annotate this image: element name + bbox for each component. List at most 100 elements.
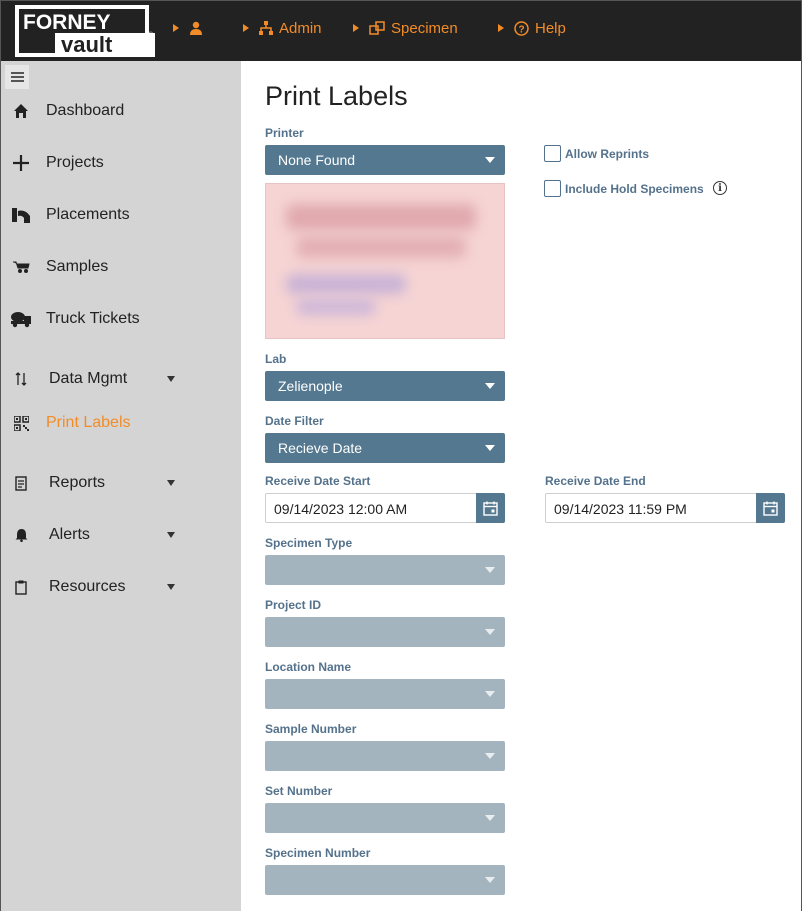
printer-label: Printer [265, 126, 304, 140]
chevron-down-icon [167, 584, 175, 590]
caret-down-icon [485, 877, 495, 883]
receive-date-start-label: Receive Date Start [265, 474, 371, 488]
caret-right-icon [498, 24, 504, 32]
label-preview-blurred [265, 183, 505, 339]
page-title: Print Labels [265, 81, 408, 111]
location-name-label: Location Name [265, 660, 352, 674]
set-number-select[interactable] [265, 803, 505, 833]
sidebar-item-label: Print Labels [46, 414, 131, 431]
specimen-number-label: Specimen Number [265, 846, 371, 860]
sidebar-item-samples[interactable]: Samples [1, 252, 241, 282]
logo-bottom-text: vault [61, 32, 113, 57]
include-hold-specimens-checkbox[interactable] [544, 180, 561, 197]
clipboard-icon [10, 576, 32, 598]
sample-number-label: Sample Number [265, 722, 357, 736]
top-nav-bar: FORNEY vault ® Admin Specimen ? Help [1, 1, 801, 61]
calendar-icon[interactable] [756, 493, 785, 523]
nav-help-label: Help [535, 19, 566, 37]
sidebar-item-data-mgmt[interactable]: Data Mgmt [1, 364, 241, 394]
caret-down-icon [485, 383, 495, 389]
nav-user-menu[interactable] [173, 18, 209, 38]
sidebar-item-resources[interactable]: Resources [1, 572, 241, 602]
caret-down-icon [485, 157, 495, 163]
svg-text:®: ® [148, 31, 154, 39]
caret-down-icon [485, 567, 495, 573]
sidebar-item-label: Data Mgmt [49, 370, 128, 387]
sidebar-item-label: Alerts [49, 526, 90, 543]
sidebar-item-label: Reports [49, 474, 106, 491]
specimen-icon [369, 21, 385, 35]
include-hold-specimens-label: Include Hold Specimens [565, 182, 704, 196]
caret-down-icon [485, 445, 495, 451]
caret-right-icon [173, 24, 179, 32]
nav-specimen-label: Specimen [391, 19, 458, 37]
caret-right-icon [243, 24, 249, 32]
sidebar-item-reports[interactable]: Reports [1, 468, 241, 498]
main-content: Print Labels Printer None Found Allow Re… [241, 61, 801, 911]
nav-help-menu[interactable]: ? Help [498, 18, 566, 38]
sidebar-item-alerts[interactable]: Alerts [1, 520, 241, 550]
specimen-number-select[interactable] [265, 865, 505, 895]
help-icon: ? [514, 20, 529, 36]
receive-date-start-input[interactable]: 09/14/2023 12:00 AM [265, 493, 505, 523]
project-id-select[interactable] [265, 617, 505, 647]
home-icon [10, 100, 32, 122]
lab-select-value: Zelienople [278, 378, 343, 394]
set-number-label: Set Number [265, 784, 333, 798]
sidebar-item-dashboard[interactable]: Dashboard [1, 96, 241, 126]
sidebar-item-label: Placements [46, 206, 130, 223]
caret-down-icon [485, 629, 495, 635]
sidebar-item-placements[interactable]: Placements [1, 200, 241, 230]
caret-down-icon [485, 691, 495, 697]
user-icon [189, 21, 203, 35]
nav-admin-label: Admin [279, 19, 322, 37]
forney-vault-logo[interactable]: FORNEY vault ® [15, 5, 157, 57]
chevron-down-icon [167, 480, 175, 486]
lab-label: Lab [265, 352, 287, 366]
caret-down-icon [485, 753, 495, 759]
receive-date-end-input[interactable]: 09/14/2023 11:59 PM [545, 493, 785, 523]
placement-icon [10, 204, 32, 226]
sample-number-select[interactable] [265, 741, 505, 771]
allow-reprints-label: Allow Reprints [565, 147, 650, 161]
project-id-label: Project ID [265, 598, 322, 612]
sidebar-item-print-labels[interactable]: Print Labels [1, 408, 241, 438]
calendar-icon[interactable] [476, 493, 505, 523]
caret-down-icon [485, 815, 495, 821]
bell-icon [10, 524, 32, 546]
nav-admin-menu[interactable]: Admin [243, 18, 322, 38]
printer-select-value: None Found [278, 152, 356, 168]
caret-right-icon [353, 24, 359, 32]
date-filter-select-value: Recieve Date [278, 440, 363, 456]
truck-icon [10, 308, 32, 330]
date-filter-select[interactable]: Recieve Date [265, 433, 505, 463]
sidebar-item-truck-tickets[interactable]: Truck Tickets [1, 304, 241, 334]
info-icon[interactable]: i [713, 181, 727, 195]
qrcode-icon [10, 412, 32, 434]
logo-top-text: FORNEY [23, 11, 111, 34]
printer-select[interactable]: None Found [265, 145, 505, 175]
hamburger-menu-icon[interactable] [5, 65, 29, 89]
sitemap-icon [259, 21, 273, 35]
specimen-type-select[interactable] [265, 555, 505, 585]
date-filter-label: Date Filter [265, 414, 324, 428]
sidebar: Dashboard Projects Placements Samples Tr… [1, 61, 241, 911]
sidebar-item-label: Samples [46, 258, 109, 275]
location-name-select[interactable] [265, 679, 505, 709]
sidebar-item-projects[interactable]: Projects [1, 148, 241, 178]
chevron-down-icon [167, 376, 175, 382]
receive-date-start-value: 09/14/2023 12:00 AM [274, 501, 408, 517]
plus-icon [10, 152, 32, 174]
sidebar-item-label: Dashboard [46, 102, 125, 119]
sidebar-item-label: Projects [46, 154, 104, 171]
specimen-type-label: Specimen Type [265, 536, 353, 550]
chevron-down-icon [167, 532, 175, 538]
receive-date-end-label: Receive Date End [545, 474, 646, 488]
svg-text:?: ? [518, 24, 524, 35]
wheelbarrow-icon [10, 256, 32, 278]
report-icon [10, 472, 32, 494]
nav-specimen-menu[interactable]: Specimen [353, 18, 458, 38]
lab-select[interactable]: Zelienople [265, 371, 505, 401]
allow-reprints-checkbox[interactable] [544, 145, 561, 162]
sidebar-item-label: Truck Tickets [46, 310, 140, 327]
